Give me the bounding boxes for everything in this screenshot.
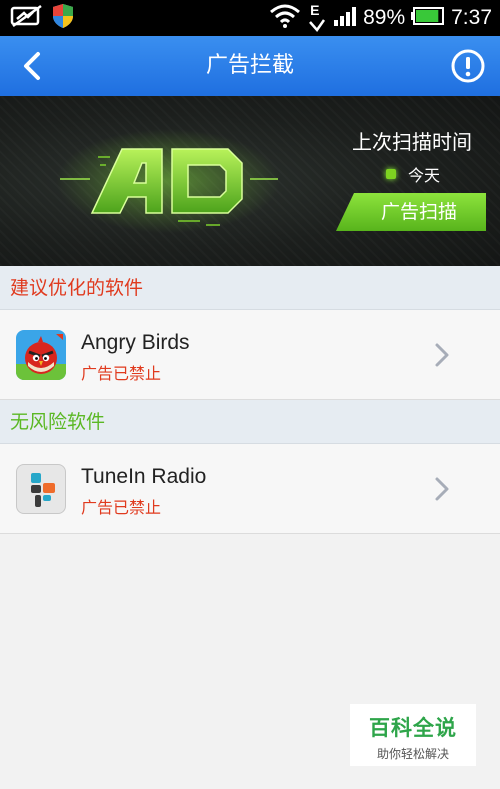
chevron-right-icon: [435, 343, 449, 367]
ad-scan-button[interactable]: 广告扫描: [336, 193, 486, 231]
nav-bar: 广告拦截: [0, 36, 500, 96]
section-header-no-risk: 无风险软件: [0, 400, 500, 444]
app-status: 广告已禁止: [81, 498, 162, 517]
watermark-subtitle: 助你轻松解决: [376, 747, 449, 761]
ad-scan-banner: 上次扫描时间 今天: [0, 96, 500, 266]
back-button[interactable]: [14, 48, 54, 84]
info-icon: [451, 49, 485, 83]
scan-button-label: 广告扫描: [380, 201, 457, 223]
section-header-suggested: 建议优化的软件: [0, 266, 500, 310]
back-icon: [24, 52, 40, 80]
battery-percent: 89%: [363, 6, 406, 29]
chevron-right-icon: [435, 477, 449, 501]
signal-icon: [333, 6, 357, 31]
list-item[interactable]: TuneIn Radio 广告已禁止: [0, 444, 500, 534]
list-item[interactable]: Angry Birds 广告已禁止: [0, 310, 500, 400]
tunein-radio-icon: [16, 464, 66, 514]
app-status: 广告已禁止: [81, 364, 162, 383]
last-scan-label: 上次扫描时间: [352, 130, 472, 154]
clock: 7:37: [451, 6, 492, 29]
network-type: E: [310, 2, 320, 18]
ad-logo-icon: [56, 129, 280, 233]
shield-icon: [52, 3, 74, 33]
watermark-logo: 百科全说 助你轻松解决: [350, 704, 476, 766]
angry-birds-icon: [16, 330, 66, 380]
last-scan-value: 今天: [407, 166, 440, 185]
app-name: Angry Birds: [81, 331, 190, 354]
page-title: 广告拦截: [205, 53, 294, 78]
status-dot-icon: [385, 169, 396, 179]
app-name: TuneIn Radio: [81, 465, 207, 488]
wifi-icon: [269, 4, 301, 33]
network-arrows-icon: E: [307, 2, 327, 34]
watermark-title: 百科全说: [369, 716, 457, 740]
info-button[interactable]: [450, 48, 486, 84]
status-bar: E 89% 7:37: [0, 0, 500, 36]
last-scan-value-row: 今天: [385, 162, 440, 186]
no-signal-icon: [10, 4, 44, 32]
battery-icon: [411, 6, 445, 31]
